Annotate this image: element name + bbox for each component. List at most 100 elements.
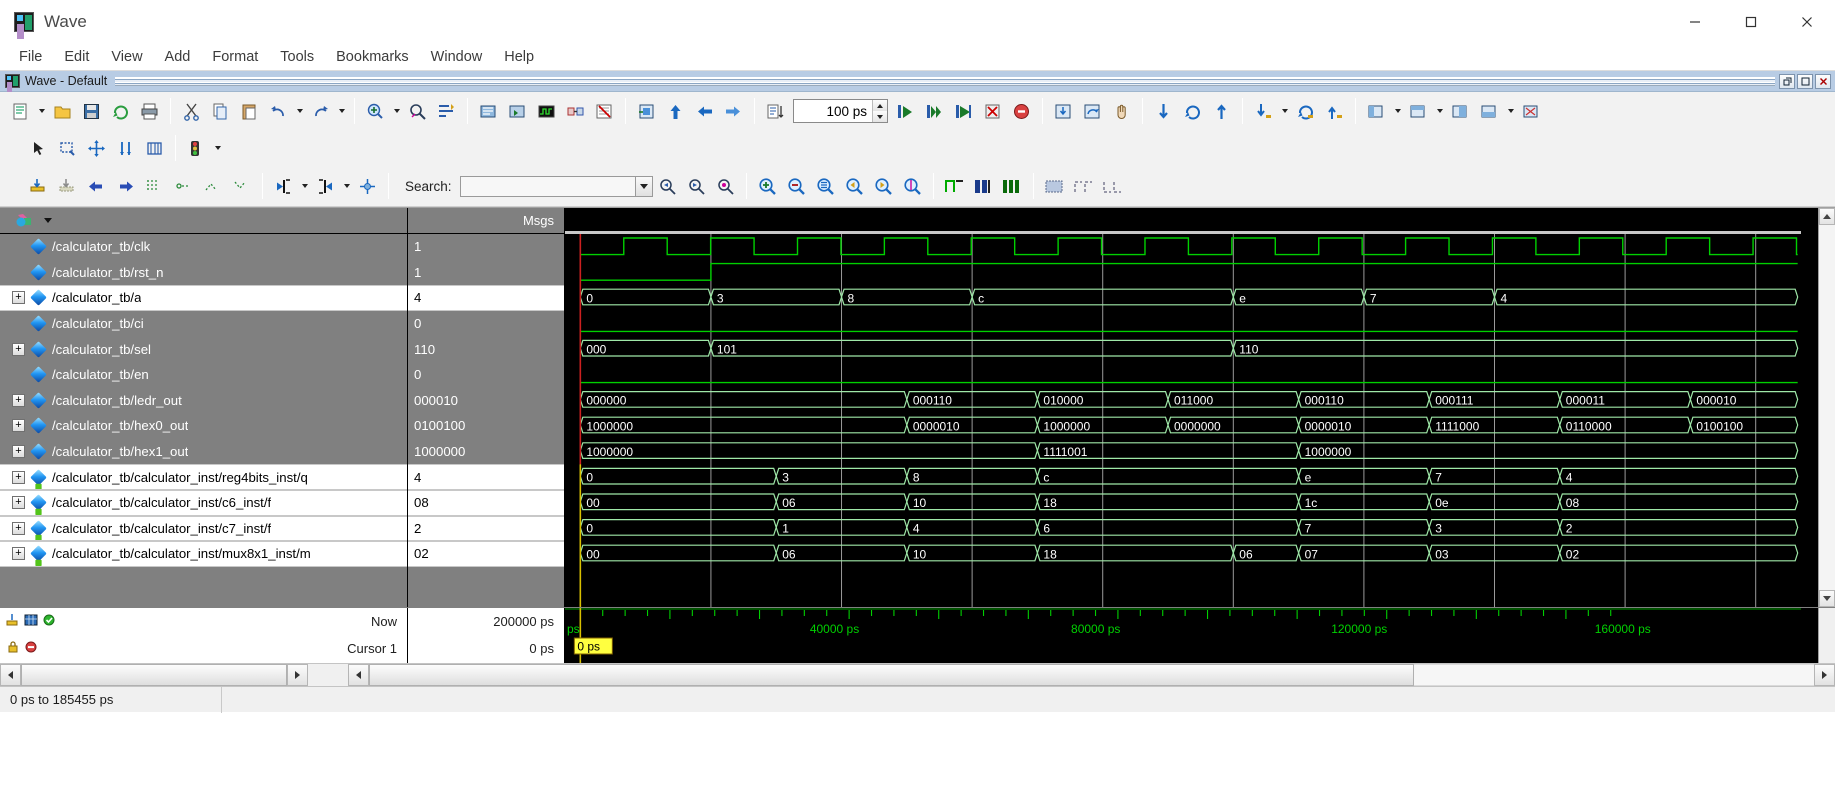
next-cursor-icon[interactable] [112,173,139,200]
step-forward-icon[interactable] [720,98,747,125]
wave-scroll-right-icon[interactable] [1814,664,1835,686]
expand-collapse-icon[interactable]: + [12,445,25,459]
zoom-out-icon[interactable] [783,173,810,200]
prev-cursor-icon[interactable] [83,173,110,200]
bookmark-cycle-icon[interactable] [1292,98,1319,125]
print-icon[interactable] [136,98,163,125]
wave-down-icon[interactable] [1150,98,1177,125]
delete-cursor-icon[interactable] [54,173,81,200]
cursor-link-3-icon[interactable] [199,173,226,200]
dataflow-icon[interactable] [562,98,589,125]
expand-collapse-icon[interactable]: + [12,547,25,561]
run-length-icon[interactable] [762,98,789,125]
new-file-dropdown-icon[interactable] [35,98,48,125]
step-up-icon[interactable] [662,98,689,125]
wave-compare-icon[interactable] [1041,173,1068,200]
dock-undock-button[interactable] [1779,73,1795,89]
find-icon[interactable] [404,98,431,125]
names-scroll-left-icon[interactable] [0,664,21,686]
timeline-ruler[interactable]: ps 40000 ps 80000 ps 120000 ps 160000 ps 0 ps [565,608,1818,663]
restart-sim-icon[interactable] [633,98,660,125]
cursor-link-2-icon[interactable] [170,173,197,200]
signal-row[interactable]: + /calculator_tb/hex1_out [0,438,407,465]
search-prev-icon[interactable] [654,173,681,200]
names-header-dropdown-icon[interactable] [44,218,52,223]
layout-1-dropdown-icon[interactable] [1391,98,1404,125]
new-file-icon[interactable] [7,98,34,125]
wave-hscroll-thumb[interactable] [369,664,1414,686]
zoom-cursor-icon[interactable] [899,173,926,200]
signal-row[interactable]: +/calculator_tb/clk [0,234,407,260]
wave-hscroll-track[interactable] [1414,664,1814,686]
bookmark-up-icon[interactable] [1321,98,1348,125]
minimize-button[interactable] [1667,0,1723,44]
names-scroll-right-icon[interactable] [287,664,308,686]
redo-dropdown-icon[interactable] [335,98,348,125]
find-next-transition-icon[interactable] [312,173,339,200]
zoom-last-icon[interactable] [841,173,868,200]
menu-file[interactable]: File [8,46,53,68]
wave-cycle-icon[interactable] [1179,98,1206,125]
layout-2-dropdown-icon[interactable] [1433,98,1446,125]
pan-mode-icon[interactable] [83,135,110,162]
stop-icon[interactable] [1008,98,1035,125]
menu-edit[interactable]: Edit [53,46,100,68]
dock-close-button[interactable] [1815,73,1831,89]
cursor-lock-icon[interactable] [6,640,21,657]
reload-icon[interactable] [107,98,134,125]
expand-collapse-icon[interactable]: + [12,470,25,484]
cursor-lock-green-icon[interactable] [42,613,56,630]
signal-row[interactable]: + /calculator_tb/ledr_out [0,387,407,414]
maximize-button[interactable] [1723,0,1779,44]
signal-row[interactable]: +/calculator_tb/ci [0,310,407,337]
wave-up-icon[interactable] [1208,98,1235,125]
pan-hand-icon[interactable] [1108,98,1135,125]
breakpoint-dropdown-icon[interactable] [211,135,224,162]
wave-gap-left-icon[interactable] [1070,173,1097,200]
zoom-add-dropdown-icon[interactable] [390,98,403,125]
zoom-fit-icon[interactable] [812,173,839,200]
find-next-dropdown-icon[interactable] [340,173,353,200]
signal-row[interactable]: + /calculator_tb/a [0,285,407,311]
search-box[interactable] [459,175,636,197]
cursor-link-4-icon[interactable] [228,173,255,200]
expand-collapse-icon[interactable]: + [12,393,25,407]
zoom-mode-icon[interactable] [54,135,81,162]
coverage-icon[interactable] [591,98,618,125]
cursor-mode-icon[interactable] [112,135,139,162]
search-next-icon[interactable] [683,173,710,200]
zoom-add-icon[interactable] [362,98,389,125]
cursor-link-1-icon[interactable] [141,173,168,200]
layout-1-icon[interactable] [1363,98,1390,125]
undo-icon[interactable] [265,98,292,125]
signal-row[interactable]: + /calculator_tb/calculator_inst/c6_inst/… [0,489,407,516]
expand-collapse-icon[interactable]: + [12,419,25,433]
expand-collapse-icon[interactable]: + [12,291,25,305]
cursor-add-icon[interactable] [6,613,21,630]
bookmark-down-dropdown-icon[interactable] [1278,98,1291,125]
redo-icon[interactable] [307,98,334,125]
copy-icon[interactable] [207,98,234,125]
continue-run-icon[interactable] [921,98,948,125]
run-icon[interactable] [892,98,919,125]
names-hscroll-thumb[interactable] [21,664,287,686]
find-any-transition-icon[interactable] [354,173,381,200]
breakpoint-icon[interactable] [183,135,210,162]
layout-4-dropdown-icon[interactable] [1504,98,1517,125]
wave-format-literal-icon[interactable] [941,173,968,200]
run-length-down-icon[interactable] [873,111,887,122]
names-hscrollbar[interactable] [0,664,340,686]
select-mode-icon[interactable] [25,135,52,162]
layout-4-icon[interactable] [1476,98,1503,125]
close-button[interactable] [1779,0,1835,44]
undo-dropdown-icon[interactable] [293,98,306,125]
wave-format-analog-icon[interactable] [999,173,1026,200]
layout-reset-icon[interactable] [1518,98,1545,125]
signal-row[interactable]: + /calculator_tb/calculator_inst/mux8x1_i… [0,541,407,567]
expand-collapse-icon[interactable]: + [12,342,25,356]
find-prev-dropdown-icon[interactable] [298,173,311,200]
object-filter-icon[interactable] [14,212,38,230]
scroll-down-icon[interactable] [1819,590,1835,607]
run-length-up-icon[interactable] [873,100,887,111]
paste-icon[interactable] [236,98,263,125]
